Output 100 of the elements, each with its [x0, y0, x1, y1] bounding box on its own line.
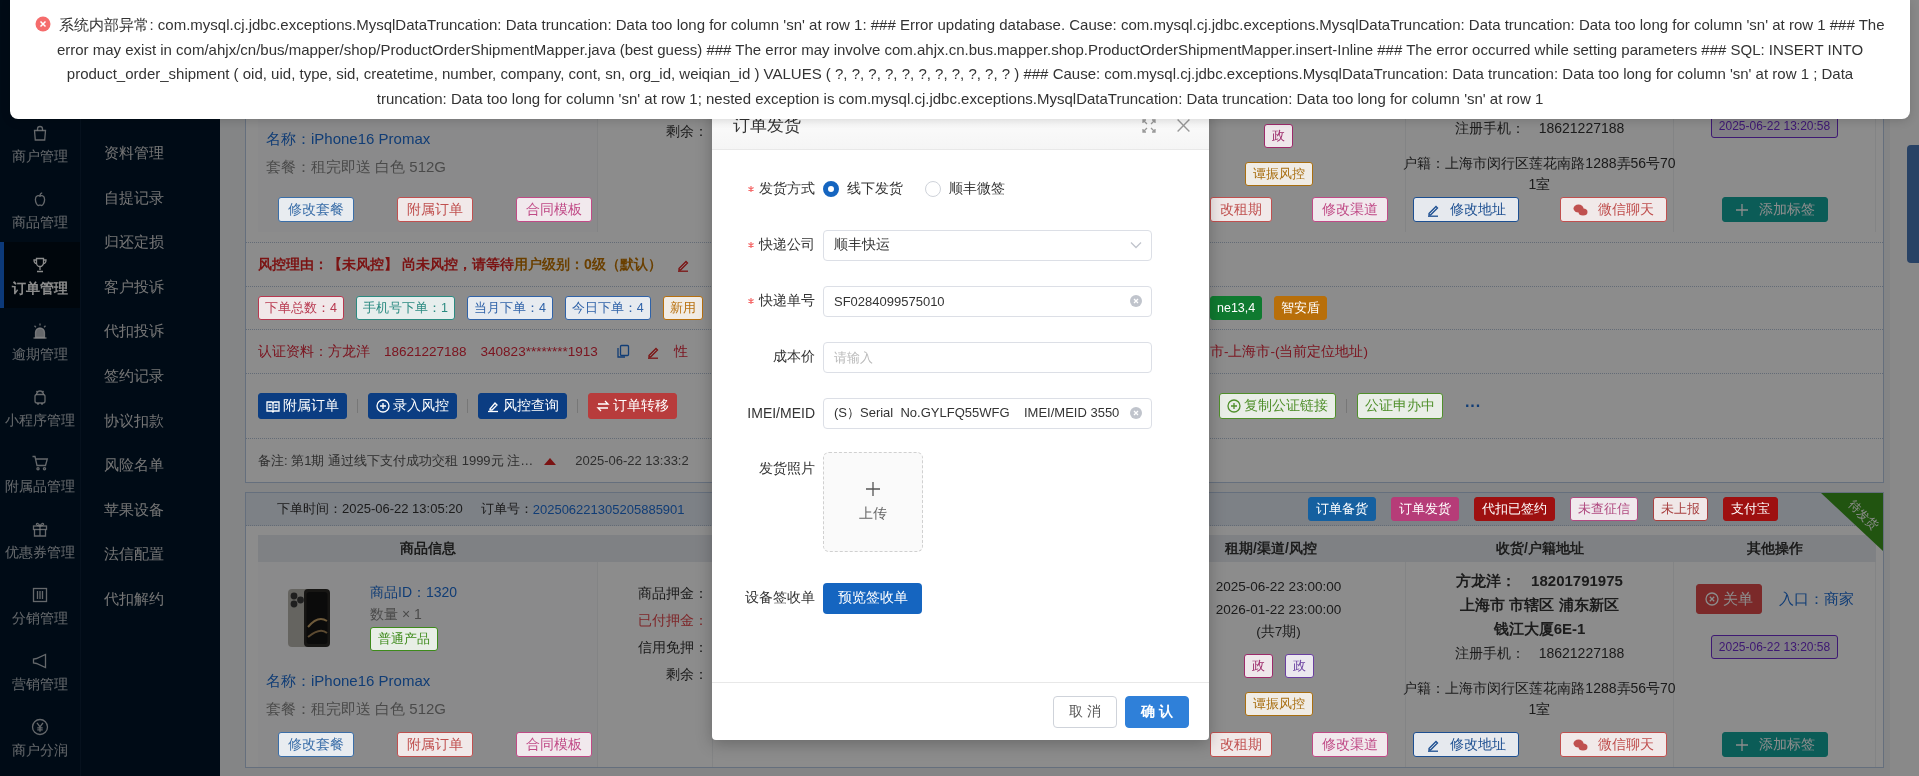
- status-tag: 支付宝: [1723, 497, 1778, 521]
- action-button[interactable]: 复制公证链接: [1219, 393, 1336, 419]
- submenu-item[interactable]: 法信配置: [81, 532, 220, 577]
- field-label: 快递公司: [759, 236, 815, 254]
- scrollbar-thumb[interactable]: [1907, 145, 1919, 263]
- preview-receipt-button[interactable]: 预览签收单: [823, 582, 922, 614]
- add-tag-button[interactable]: 添加标签: [1721, 732, 1828, 757]
- action-button[interactable]: 修改渠道: [1312, 197, 1388, 222]
- close-icon[interactable]: [1176, 118, 1191, 133]
- submenu-item[interactable]: 资料管理: [81, 131, 220, 176]
- plus-icon: [1734, 202, 1749, 217]
- order-number[interactable]: 202506221305205885901: [532, 501, 685, 517]
- input-field[interactable]: (S）Serial No.GYLFQ55WFG IMEI/MEID 3550: [823, 397, 1152, 429]
- action-button[interactable]: 微信聊天: [1559, 732, 1667, 757]
- action-button[interactable]: 附属订单: [397, 197, 473, 222]
- note-text: 备注: 第1期 通过线下支付成功交租 1999元 注…: [258, 451, 534, 470]
- field-label: 成本价: [773, 348, 815, 366]
- submenu-item[interactable]: 协议扣款: [81, 398, 220, 444]
- nav-item[interactable]: 商户分润: [0, 704, 80, 770]
- action-button[interactable]: 附属订单: [258, 393, 347, 419]
- plus-circle-icon: [376, 399, 390, 413]
- nav-item[interactable]: 优惠券管理: [0, 506, 80, 572]
- submenu-item[interactable]: 归还定损: [81, 220, 220, 265]
- field-label: 快递单号: [759, 292, 815, 310]
- submenu-item[interactable]: 代扣解约: [81, 576, 220, 622]
- more-button[interactable]: ···: [1461, 397, 1485, 415]
- error-message: 系统内部异常: com.mysql.cj.jdbc.exceptions.MysqlDataTruncation: Data truncation: Data too long for column 'sn' at row 1: ### Error updating database. Cause: com.mysql.cj.jdbc.exceptions.MysqlDataTruncation: Data truncation: Data too long for column 'sn' at row 1 ### The error may exist in com/ahjx/cn/bus/mapper/shop/ProductOrderShipmentMapper.java (best guess) ### The error may involve com.ahjx.cn.bus.mapper.shop.ProductOrderShipmentMapper.insert-Inline ### The error occurred while setting parameters ### SQL: INSERT INTO product_order_shipment ( oid, uid, type, sid, createtime, number, company, cont, sn, org_id, weiqian_id ) VALUES ( ?, ?, ?, ?, ?, ?, ?, ?, ?, ?, ? ) ### Cause: com.mysql.cj.jdbc.exceptions.MysqlDataTruncation: Data truncation: Data too long for column 'sn' at row 1 ; Data truncation: Data too long for column 'sn' at row 1; nested exception is com.mysql.cj.jdbc.exceptions.MysqlDataTruncation: Data truncation: Data too long for column 'sn' at row 1: [56, 16, 1885, 107]
- input-field[interactable]: 请输入: [823, 341, 1152, 373]
- action-button[interactable]: 录入风控: [368, 393, 457, 419]
- action-button[interactable]: 订单转移: [588, 393, 677, 419]
- bag-icon: [31, 124, 49, 142]
- field-label: 设备签收单: [745, 589, 815, 607]
- action-button[interactable]: 修改地址: [1412, 197, 1519, 222]
- product-name: 名称：iPhone16 Promax: [266, 129, 432, 149]
- fullscreen-icon[interactable]: [1142, 118, 1156, 133]
- submenu-item[interactable]: 苹果设备: [81, 487, 220, 533]
- action-button[interactable]: 修改套餐: [278, 732, 354, 757]
- nav-item[interactable]: 小程序管理: [0, 374, 80, 440]
- action-button[interactable]: 微信聊天: [1559, 197, 1667, 222]
- action-button[interactable]: 合同模板: [516, 732, 592, 757]
- deposit-label: 剩余：: [666, 122, 708, 141]
- status-tag: 代扣已签约: [1474, 497, 1555, 521]
- sliders-icon: [31, 586, 49, 604]
- nav-item[interactable]: 分销管理: [0, 572, 80, 638]
- submenu-item[interactable]: 签约记录: [81, 353, 220, 399]
- nav-item[interactable]: 商户管理: [0, 110, 80, 176]
- upload-button[interactable]: 上传: [823, 452, 923, 552]
- device-tag: ne13,4: [1210, 296, 1263, 320]
- input-field[interactable]: SF0284099575010: [823, 285, 1152, 317]
- action-button[interactable]: 风控查询: [478, 393, 567, 419]
- action-button[interactable]: 改租期: [1210, 732, 1272, 757]
- confirm-button[interactable]: 确 认: [1125, 695, 1189, 728]
- action-button[interactable]: 修改地址: [1412, 732, 1519, 757]
- close-order-button[interactable]: 关单: [1695, 584, 1762, 614]
- phone-text: 注册手机： 18621227188: [1454, 119, 1625, 138]
- plus-icon: [865, 481, 881, 497]
- column-header: 商品信息: [400, 539, 456, 558]
- clear-icon: [1129, 406, 1143, 420]
- submenu-item[interactable]: 风险名单: [81, 443, 220, 488]
- close-circle-icon: [1704, 592, 1719, 606]
- action-button[interactable]: 修改套餐: [278, 197, 354, 222]
- order-time: 下单时间：2025-06-22 13:05:20: [277, 500, 463, 518]
- action-button[interactable]: 合同模板: [516, 197, 592, 222]
- cancel-button[interactable]: 取 消: [1053, 695, 1117, 728]
- nav-item[interactable]: 商品管理: [0, 176, 80, 242]
- submenu-item[interactable]: 客户投诉: [81, 264, 220, 310]
- column-header: 收货/户籍地址: [1496, 539, 1584, 558]
- error-icon: [35, 16, 52, 32]
- radio-option[interactable]: 顺丰微签: [925, 180, 1005, 198]
- submenu-item[interactable]: 自提记录: [81, 175, 220, 221]
- action-button[interactable]: 改租期: [1210, 197, 1272, 222]
- count-tag: 下单总数：4: [258, 296, 344, 320]
- package-text: 套餐：租完即送 白色 512G: [266, 699, 448, 719]
- siren-icon: [31, 322, 49, 340]
- copy-icon: [615, 344, 630, 359]
- add-tag-button[interactable]: 添加标签: [1721, 197, 1828, 222]
- package-text: 套餐：租完即送 白色 512G: [266, 157, 448, 177]
- nav-item[interactable]: 附属品管理: [0, 440, 80, 506]
- count-tag: 新用: [662, 296, 703, 320]
- identity-text: 认证资料：方龙洋 18621227188 340823********1913: [258, 342, 598, 361]
- action-button[interactable]: 附属订单: [397, 732, 473, 757]
- nav-item[interactable]: 营销管理: [0, 638, 80, 704]
- column-header: 其他操作: [1747, 539, 1803, 558]
- entry-text: 入口：商家: [1778, 589, 1854, 609]
- count-tag: 今日下单：4: [564, 296, 651, 320]
- device-tag: 智安盾: [1274, 296, 1328, 320]
- nav-item[interactable]: 逾期管理: [0, 308, 80, 374]
- book-icon: [266, 399, 280, 413]
- clear-icon: [1129, 294, 1143, 308]
- dropdown-field[interactable]: 顺丰快运: [823, 229, 1152, 261]
- gift-icon: [31, 520, 49, 538]
- user-level: 用户级别：0级（默认）: [513, 255, 662, 274]
- radio-option[interactable]: 线下发货: [823, 180, 903, 198]
- nav-item[interactable]: 订单管理: [0, 242, 80, 308]
- robot-icon: [31, 388, 49, 406]
- submenu-item[interactable]: 代扣投诉: [81, 309, 220, 354]
- column-header: 租期/渠道/风控: [1225, 539, 1317, 558]
- action-button[interactable]: 公证申办中: [1357, 393, 1443, 419]
- lease-date: 2026-01-22 23:00:00: [1215, 600, 1342, 619]
- action-button[interactable]: 修改渠道: [1312, 732, 1388, 757]
